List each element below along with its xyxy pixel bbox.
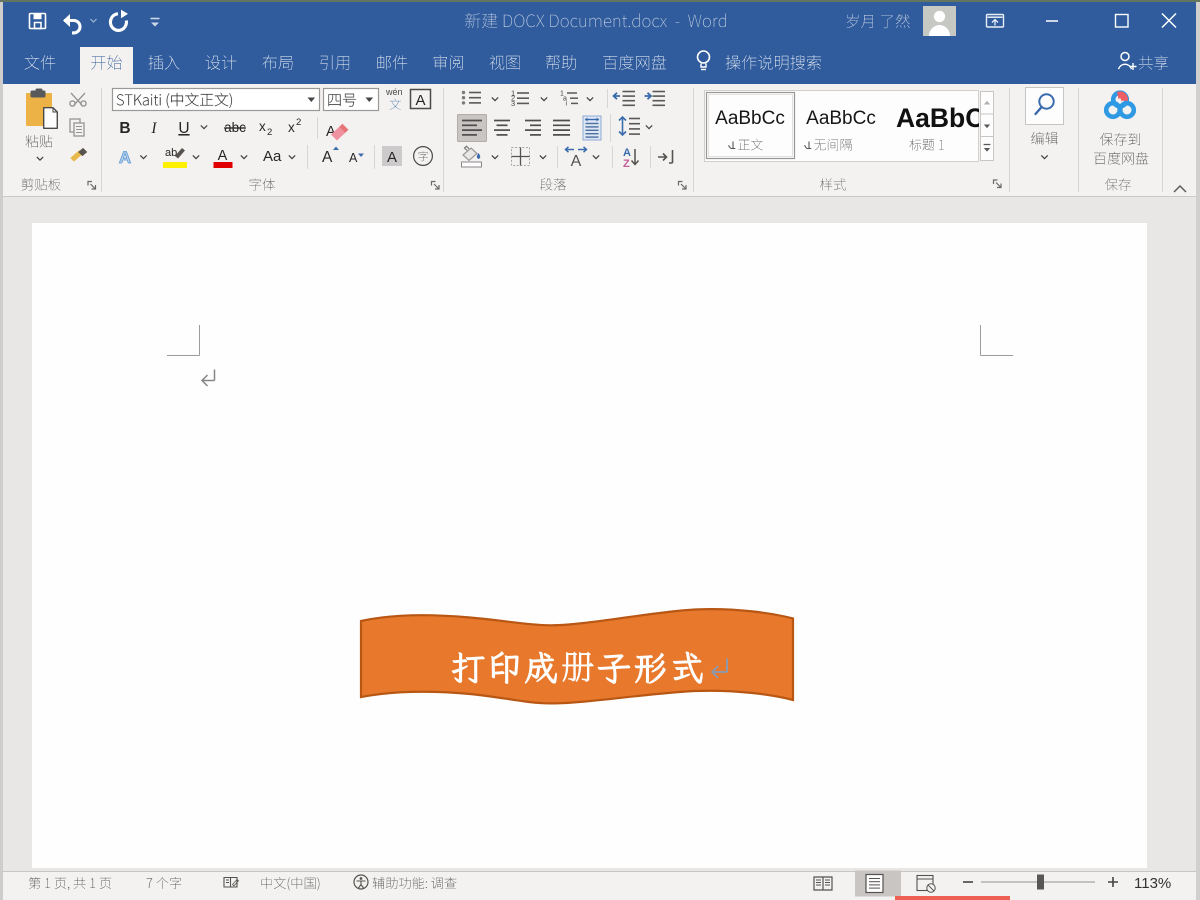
svg-text:ab: ab — [165, 147, 177, 159]
svg-text:Aa: Aa — [263, 148, 282, 165]
svg-text:A: A — [415, 92, 425, 109]
svg-text:A: A — [218, 148, 228, 164]
svg-text:U: U — [178, 120, 189, 137]
svg-text:2: 2 — [296, 117, 301, 128]
svg-text:abc: abc — [224, 120, 246, 135]
svg-text:A: A — [322, 149, 333, 166]
svg-text:AaBbC: AaBbC — [896, 103, 984, 133]
svg-text:I: I — [150, 120, 157, 137]
svg-text:3: 3 — [511, 99, 515, 108]
svg-text:i: i — [566, 101, 568, 108]
svg-text:AaBbCc: AaBbCc — [715, 108, 785, 129]
svg-text:A: A — [387, 149, 397, 166]
svg-text:A: A — [571, 153, 582, 170]
svg-text:A: A — [119, 148, 131, 167]
svg-text:B: B — [119, 120, 130, 137]
svg-text:Z: Z — [623, 158, 630, 170]
svg-text:x: x — [259, 119, 266, 134]
svg-text:AaBbCc: AaBbCc — [806, 108, 876, 129]
svg-text:113%: 113% — [1134, 875, 1171, 892]
svg-text:wén: wén — [385, 87, 403, 97]
svg-text:A: A — [349, 151, 358, 165]
svg-text:x: x — [288, 120, 295, 135]
svg-text:2: 2 — [267, 127, 272, 138]
